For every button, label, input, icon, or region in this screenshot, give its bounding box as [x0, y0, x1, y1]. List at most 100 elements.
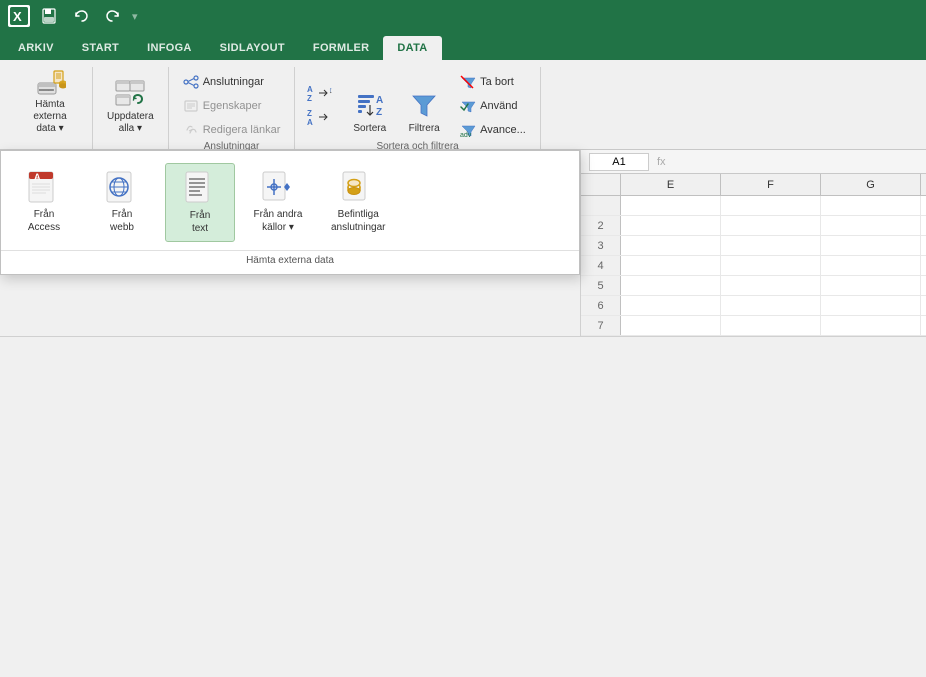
table-row: 3: [581, 236, 926, 256]
links-icon: [183, 122, 199, 138]
hamta-externa-data-button[interactable]: ═══ Hämta externadata ▾: [14, 74, 86, 139]
tab-bar: ARKIV START INFOGA SIDLAYOUT FORMLER DAT…: [0, 32, 926, 60]
sort-za-button[interactable]: Z A: [303, 107, 339, 129]
cell-f5[interactable]: [721, 276, 821, 295]
filtrera-label: Filtrera: [409, 123, 440, 135]
tab-data[interactable]: DATA: [383, 36, 441, 60]
table-row: 4: [581, 256, 926, 276]
cell-g3[interactable]: [821, 236, 921, 255]
cell-g2[interactable]: [821, 216, 921, 235]
other-sources-icon: [260, 169, 296, 205]
sort-icon: A Z: [354, 89, 386, 121]
fran-access-item[interactable]: A FrånAccess: [9, 163, 79, 242]
egenskaper-button[interactable]: Egenskaper: [177, 95, 287, 117]
formula-input[interactable]: [674, 156, 918, 168]
row-number-3: 3: [581, 236, 621, 255]
col-header-e[interactable]: E: [621, 174, 721, 195]
sort-az-button[interactable]: A Z ↓ ↑: [303, 83, 339, 105]
cell-g6[interactable]: [821, 296, 921, 315]
filtrera-button[interactable]: Filtrera: [400, 74, 448, 139]
cell-e4[interactable]: [621, 256, 721, 275]
ta-bort-button[interactable]: Ta bort: [454, 71, 532, 93]
svg-text:A: A: [376, 95, 383, 106]
cell-f4[interactable]: [721, 256, 821, 275]
row-number: [581, 196, 621, 215]
fran-andra-kallor-item[interactable]: Från andrakällor ▾: [243, 163, 313, 242]
cell-ref-input[interactable]: [589, 153, 649, 171]
table-row: 6: [581, 296, 926, 316]
befintliga-anslutningar-label: Befintligaanslutningar: [331, 208, 385, 234]
avancerat-button[interactable]: adv Avance...: [454, 119, 532, 141]
sort-za-icon: Z A: [307, 108, 335, 129]
cell-g4[interactable]: [821, 256, 921, 275]
fran-access-label: FrånAccess: [28, 208, 60, 234]
cell-f2[interactable]: [721, 216, 821, 235]
col-header-f[interactable]: F: [721, 174, 821, 195]
uppdatera-alla-button[interactable]: Uppdateraalla ▾: [99, 74, 162, 139]
fran-webb-item[interactable]: Frånwebb: [87, 163, 157, 242]
cell-f3[interactable]: [721, 236, 821, 255]
egenskaper-label: Egenskaper: [203, 100, 262, 112]
svg-text:↑: ↑: [329, 87, 333, 94]
tab-sidlayout[interactable]: SIDLAYOUT: [206, 36, 299, 60]
row-num-header-spacer: [581, 174, 621, 195]
cell-e5[interactable]: [621, 276, 721, 295]
row-number-5: 5: [581, 276, 621, 295]
cell-e2[interactable]: [621, 216, 721, 235]
fran-text-label: Fråntext: [190, 209, 211, 235]
befintliga-anslutningar-item[interactable]: Befintligaanslutningar: [321, 163, 395, 242]
cell-g1[interactable]: [821, 196, 921, 215]
cell-f6[interactable]: [721, 296, 821, 315]
title-bar: X ▾: [0, 0, 926, 32]
table-row: 7: [581, 316, 926, 336]
properties-icon: [183, 98, 199, 114]
fran-text-item[interactable]: Fråntext: [165, 163, 235, 242]
row-number-2: 2: [581, 216, 621, 235]
svg-text:═══: ═══: [38, 87, 54, 94]
web-icon: [104, 169, 140, 205]
tab-formler[interactable]: FORMLER: [299, 36, 383, 60]
excel-logo-icon: X: [8, 5, 30, 27]
svg-text:X: X: [13, 9, 22, 24]
title-separator: ▾: [132, 10, 138, 23]
cell-f1[interactable]: [721, 196, 821, 215]
sortera-button[interactable]: A Z Sortera: [345, 74, 394, 139]
dropdown-panel-footer: Hämta externa data: [1, 250, 579, 270]
fran-webb-label: Frånwebb: [110, 208, 134, 234]
formula-bar: fx: [581, 150, 926, 174]
hamta-btn-label: Hämta externadata ▾: [22, 99, 78, 135]
table-row: 5: [581, 276, 926, 296]
dropdown-panel-items: A FrånAccess: [1, 159, 579, 246]
redo-button[interactable]: [100, 5, 126, 27]
uppdatera-btn-label: Uppdateraalla ▾: [107, 111, 154, 135]
cell-g5[interactable]: [821, 276, 921, 295]
cell-e6[interactable]: [621, 296, 721, 315]
redigera-lankar-button[interactable]: Redigera länkar: [177, 119, 287, 141]
cell-e7[interactable]: [621, 316, 721, 335]
svg-text:A: A: [307, 118, 313, 126]
sort-az-icon: A Z ↓ ↑: [307, 84, 335, 105]
undo-button[interactable]: [68, 5, 94, 27]
tab-arkiv[interactable]: ARKIV: [4, 36, 68, 60]
anvand-button[interactable]: Använd: [454, 95, 532, 117]
connections-icon: [183, 74, 199, 90]
cell-g7[interactable]: [821, 316, 921, 335]
col-header-g[interactable]: G: [821, 174, 921, 195]
ta-bort-label: Ta bort: [480, 76, 514, 88]
tab-infoga[interactable]: INFOGA: [133, 36, 206, 60]
anslutningar-button[interactable]: Anslutningar: [177, 71, 287, 93]
save-button[interactable]: [36, 5, 62, 27]
svg-text:Z: Z: [307, 109, 312, 118]
redigera-lankar-label: Redigera länkar: [203, 124, 281, 136]
avancerat-label: Avance...: [480, 124, 526, 136]
cell-f7[interactable]: [721, 316, 821, 335]
tab-start[interactable]: START: [68, 36, 133, 60]
cell-e3[interactable]: [621, 236, 721, 255]
svg-text:A: A: [34, 172, 41, 182]
fran-andra-kallor-label: Från andrakällor ▾: [254, 208, 303, 234]
ribbon: ═══ Hämta externadata ▾: [0, 60, 926, 150]
anvand-label: Använd: [480, 100, 517, 112]
cell-e1[interactable]: [621, 196, 721, 215]
database-import-icon: ═══: [34, 65, 66, 97]
dropdown-panel: A FrånAccess: [0, 150, 580, 275]
